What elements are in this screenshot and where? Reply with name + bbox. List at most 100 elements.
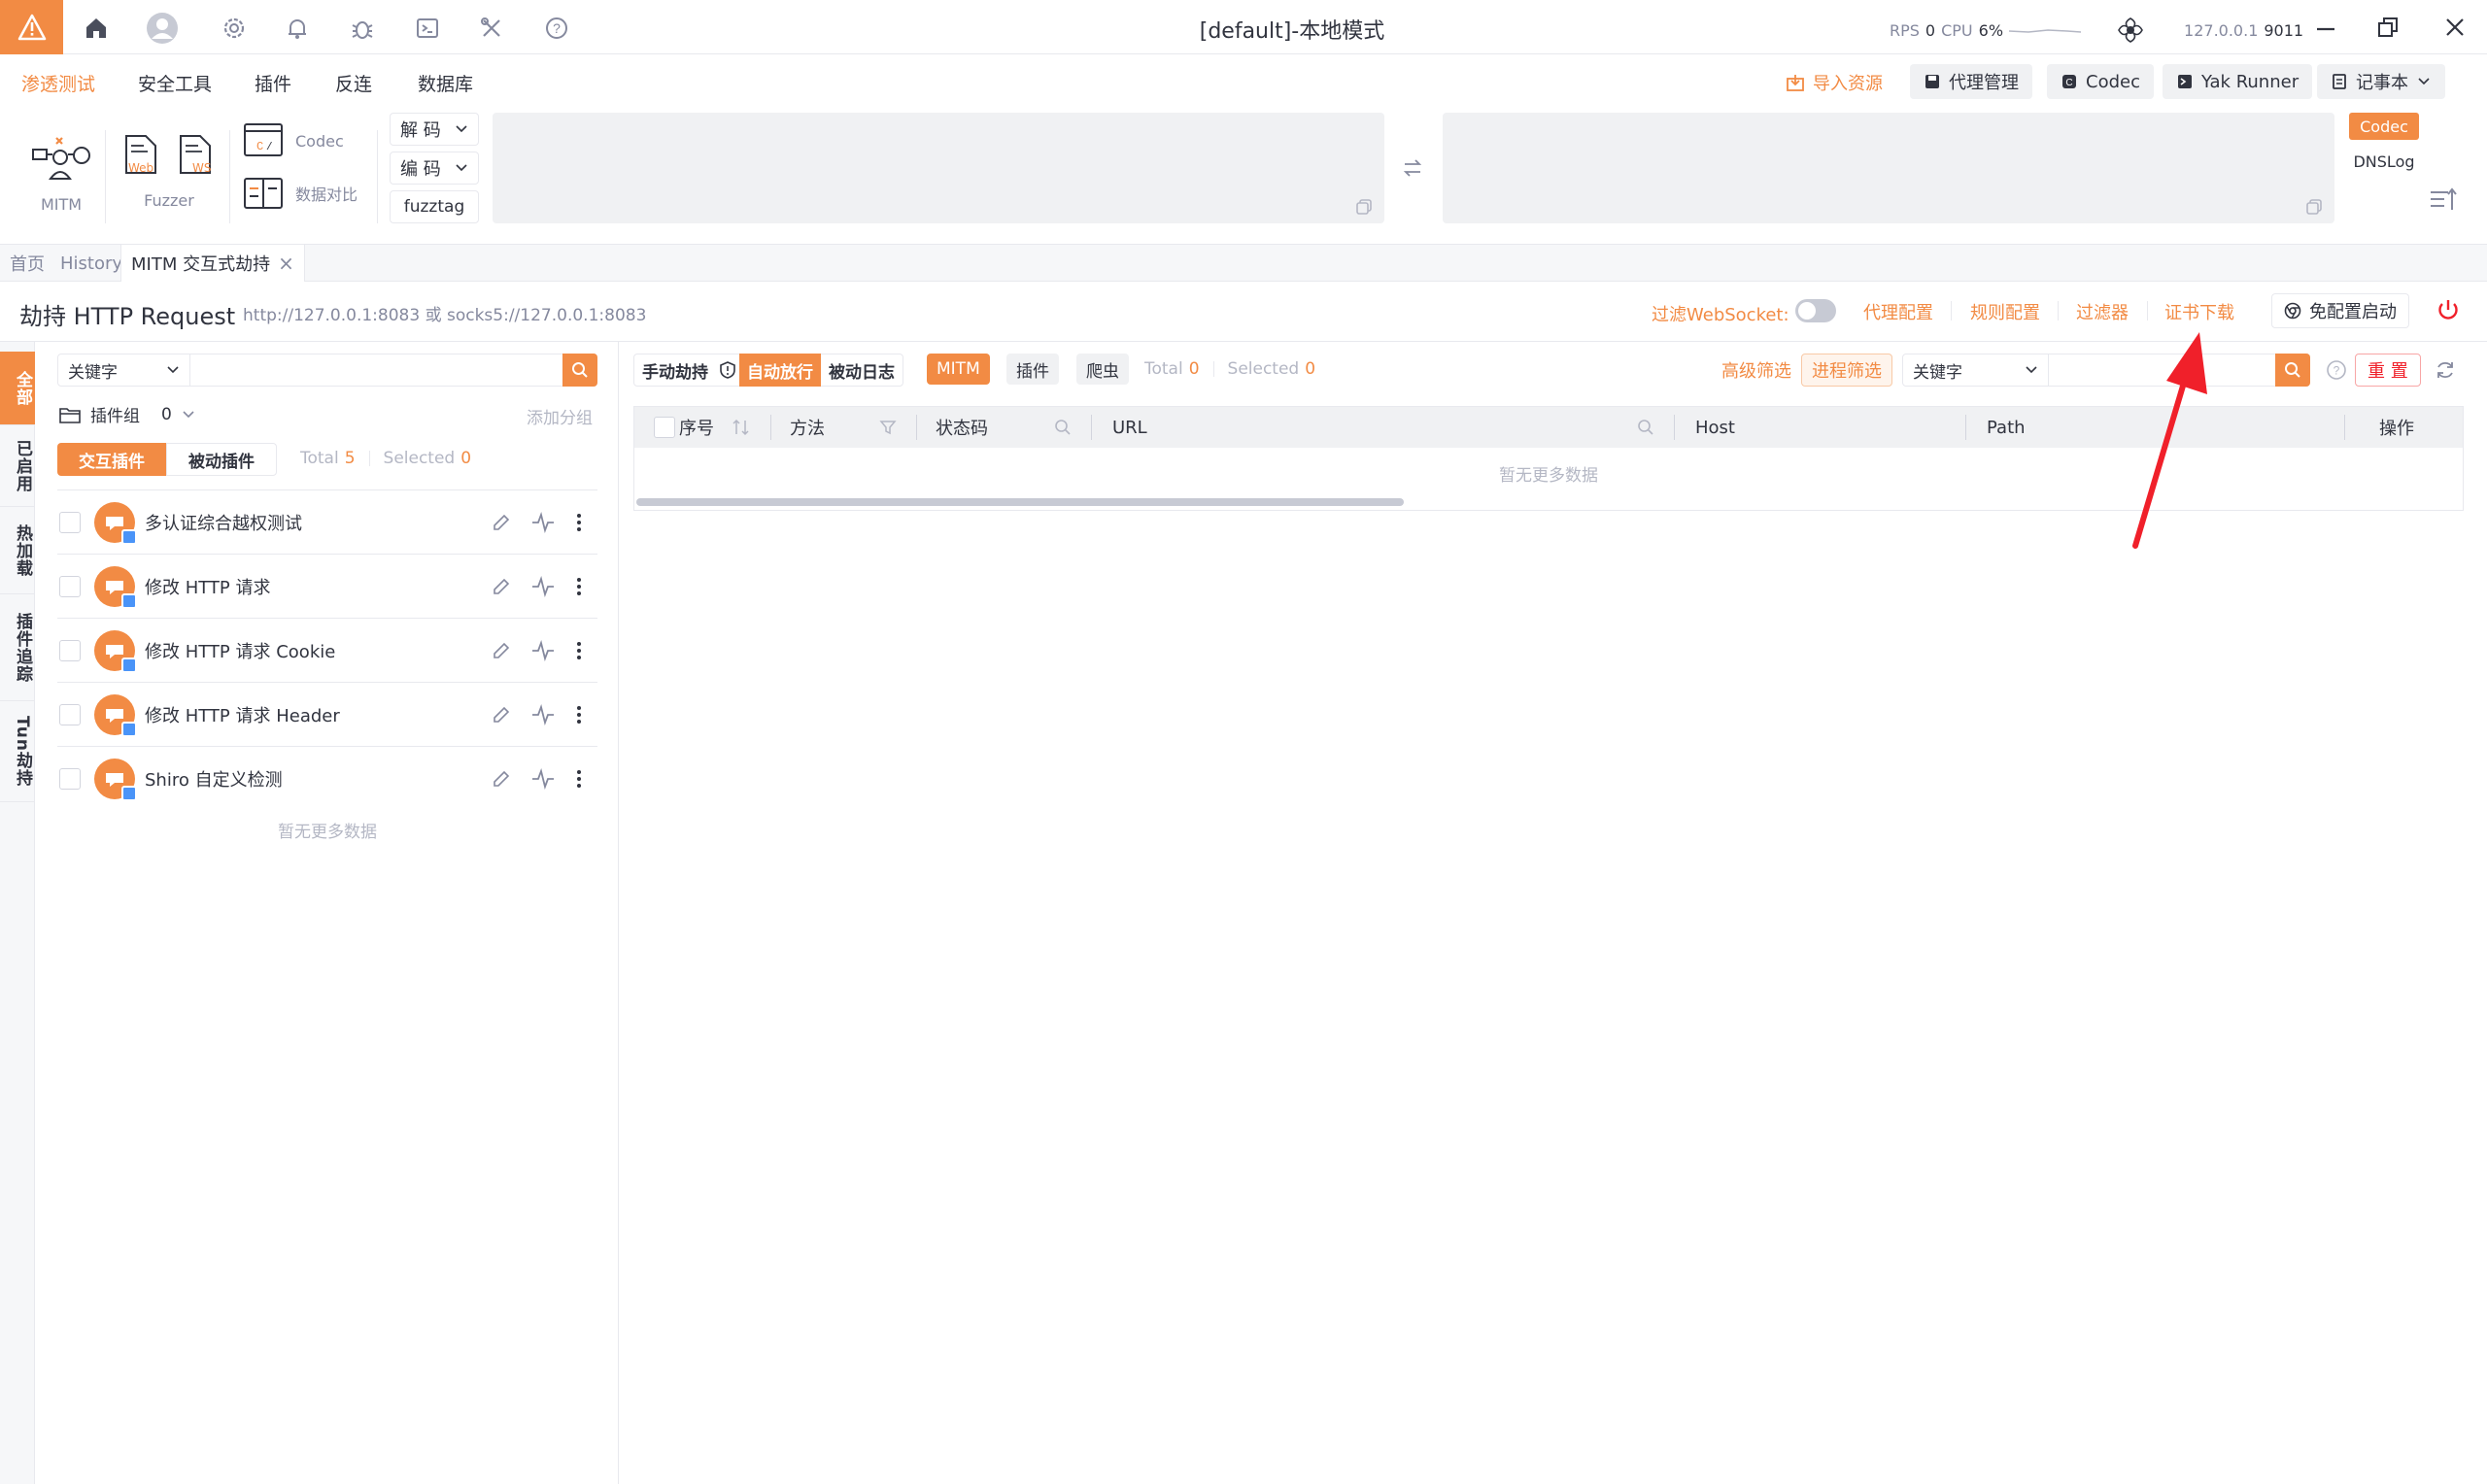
copy-icon[interactable] [1355, 198, 1373, 216]
side-dnslog-tab[interactable]: DNSLog [2349, 148, 2419, 175]
more-vertical-icon[interactable] [574, 512, 584, 533]
web-fuzzer-tool[interactable]: Web [122, 134, 161, 181]
engine-icon[interactable] [2116, 16, 2145, 45]
edit-icon[interactable] [491, 640, 512, 661]
debug-pulse-icon[interactable] [531, 511, 555, 533]
tab-interactive-plugins[interactable]: 交互插件 [57, 443, 166, 476]
tools-icon[interactable] [475, 12, 508, 45]
vnav-enabled[interactable]: 已启用 [0, 425, 35, 507]
filter-icon[interactable] [879, 419, 897, 436]
plugin-search-button[interactable] [562, 354, 597, 387]
encode-select[interactable]: 编 码 [390, 152, 479, 185]
plugin-list-item[interactable]: Shiro 自定义检测 [57, 747, 597, 811]
notebook-button[interactable]: 记事本 [2317, 64, 2445, 99]
codec-tool[interactable]: C / Codec [243, 122, 344, 159]
debug-pulse-icon[interactable] [531, 703, 555, 725]
more-vertical-icon[interactable] [574, 640, 584, 661]
edit-icon[interactable] [491, 576, 512, 597]
power-stop-icon[interactable] [2436, 297, 2461, 327]
restore-button[interactable] [2376, 16, 2400, 39]
process-filter-button[interactable]: 进程筛选 [1801, 354, 1892, 387]
filter-tag-plugin[interactable]: 插件 [1006, 354, 1059, 385]
mitm-tool[interactable]: MITM [29, 128, 93, 214]
no-config-start-button[interactable]: 免配置启动 [2271, 293, 2409, 328]
search-icon[interactable] [1637, 419, 1654, 436]
user-avatar-icon[interactable] [146, 12, 179, 45]
tab-mitm[interactable]: MITM 交互式劫持 × [120, 245, 305, 282]
menu-pentest[interactable]: 渗透测试 [21, 70, 95, 96]
debug-pulse-icon[interactable] [531, 575, 555, 597]
debug-pulse-icon[interactable] [531, 639, 555, 661]
vnav-plugin-trace[interactable]: 插件追踪 [0, 594, 35, 701]
manual-hijack-option[interactable]: 手动劫持 [634, 354, 716, 386]
plugin-search-input[interactable] [190, 354, 562, 386]
plugin-group-select[interactable]: 插件组 0 [59, 402, 195, 426]
col-method[interactable]: 方法 [790, 407, 825, 448]
edit-icon[interactable] [491, 768, 512, 790]
edit-icon[interactable] [491, 704, 512, 725]
proxy-manager-button[interactable]: 代理管理 [1910, 64, 2032, 99]
warning-icon[interactable] [0, 0, 63, 54]
websocket-toggle[interactable] [1795, 299, 1836, 322]
col-path[interactable]: Path [1987, 407, 2026, 448]
advanced-filter-link[interactable]: 高级筛选 [1721, 357, 1791, 383]
menu-security-tools[interactable]: 安全工具 [138, 70, 212, 96]
plugin-checkbox[interactable] [59, 639, 81, 661]
home-icon[interactable] [80, 12, 113, 45]
refresh-icon[interactable] [2435, 359, 2456, 386]
side-codec-tab[interactable]: Codec [2349, 113, 2419, 140]
plugin-checkbox[interactable] [59, 575, 81, 597]
passive-log-option[interactable]: 被动日志 [821, 354, 903, 386]
filter-tag-crawler[interactable]: 爬虫 [1076, 354, 1129, 385]
fuzztag-button[interactable]: fuzztag [390, 190, 479, 223]
horizontal-scrollbar[interactable] [636, 498, 1404, 506]
menu-reverse[interactable]: 反连 [335, 70, 372, 96]
import-resource-button[interactable]: 导入资源 [1786, 70, 1883, 95]
gear-icon[interactable] [218, 12, 251, 45]
help-icon[interactable]: ? [2326, 359, 2347, 386]
more-vertical-icon[interactable] [574, 576, 584, 597]
edit-icon[interactable] [491, 512, 512, 533]
compare-tool[interactable]: 数据对比 [243, 175, 358, 212]
swap-icon[interactable] [1402, 157, 1423, 184]
bell-icon[interactable] [281, 12, 314, 45]
plugin-list-item[interactable]: 修改 HTTP 请求 Header [57, 683, 597, 747]
copy-icon[interactable] [2305, 198, 2323, 216]
close-window-button[interactable] [2443, 16, 2467, 39]
plugin-list-item[interactable]: 修改 HTTP 请求 Cookie [57, 619, 597, 683]
vnav-all[interactable]: 全部 [0, 352, 35, 425]
plugin-checkbox[interactable] [59, 511, 81, 533]
yak-runner-button[interactable]: Yak Runner [2163, 64, 2313, 99]
close-tab-icon[interactable]: × [278, 252, 294, 275]
sort-icon[interactable] [732, 419, 751, 436]
add-group-link[interactable]: 添加分组 [527, 404, 593, 428]
vnav-tun-hijack[interactable]: Tun劫持 [0, 701, 35, 802]
filter-tag-mitm[interactable]: MITM [927, 354, 990, 385]
select-all-checkbox[interactable] [654, 417, 675, 438]
search-icon[interactable] [1054, 419, 1072, 436]
plugin-search-type-select[interactable]: 关键字 [58, 354, 190, 386]
codec-output-editor[interactable] [1443, 113, 2334, 223]
menu-plugins[interactable]: 插件 [255, 70, 291, 96]
terminal-icon[interactable] [411, 12, 444, 45]
col-host[interactable]: Host [1695, 407, 1735, 448]
traffic-search-type-select[interactable]: 关键字 [1903, 354, 2049, 386]
debug-pulse-icon[interactable] [531, 768, 555, 790]
plugin-list-item[interactable]: 修改 HTTP 请求 [57, 555, 597, 619]
more-vertical-icon[interactable] [574, 768, 584, 790]
col-index[interactable]: 序号 [679, 407, 714, 448]
more-vertical-icon[interactable] [574, 704, 584, 725]
plugin-list-item[interactable]: 多认证综合越权测试 [57, 490, 597, 555]
reset-button[interactable]: 重 置 [2355, 354, 2421, 387]
help-icon[interactable]: ? [540, 12, 573, 45]
traffic-search-button[interactable] [2275, 354, 2310, 387]
proxy-config-link[interactable]: 代理配置 [1863, 299, 1933, 324]
minimize-button[interactable] [2314, 16, 2337, 39]
ws-fuzzer-tool[interactable]: WS [177, 134, 216, 181]
tab-passive-plugins[interactable]: 被动插件 [166, 443, 277, 476]
collapse-toolbar-icon[interactable] [2429, 185, 2458, 219]
vnav-hot-reload[interactable]: 热加载 [0, 507, 35, 594]
rule-config-link[interactable]: 规则配置 [1970, 299, 2040, 324]
bug-icon[interactable] [346, 12, 379, 45]
decode-select[interactable]: 解 码 [390, 113, 479, 146]
